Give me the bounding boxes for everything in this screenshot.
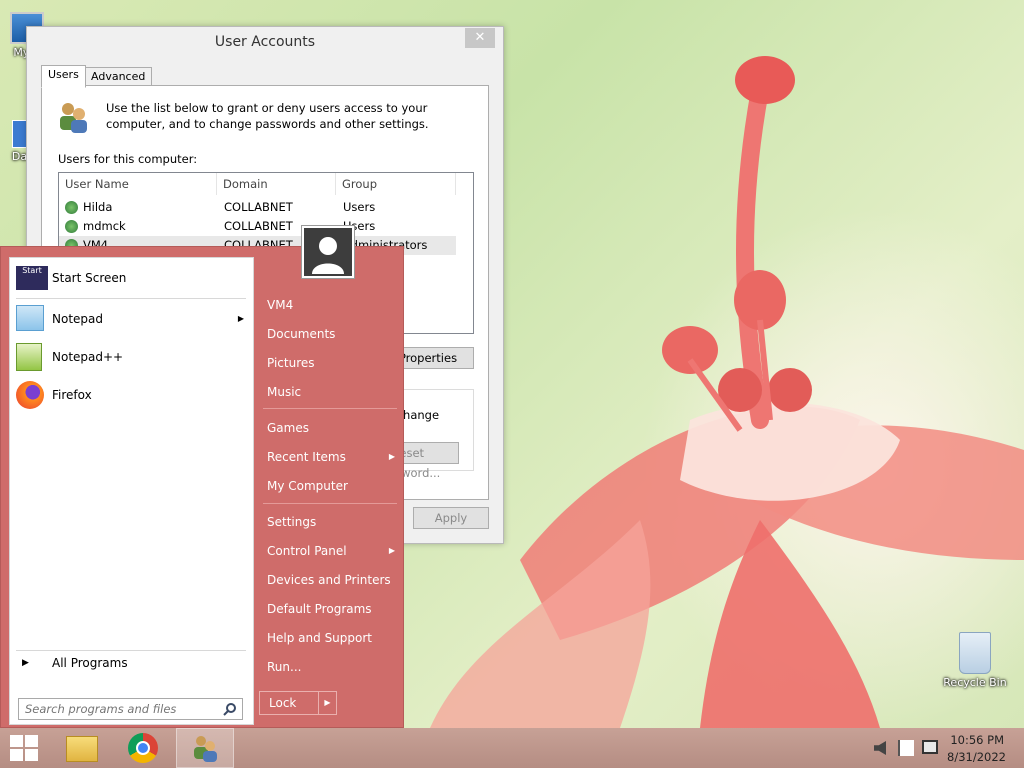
user-icon	[65, 220, 78, 233]
start-menu-programs-panel: Start Start Screen Notepad ▶ Notepad++ F…	[9, 257, 254, 725]
chrome-icon	[128, 733, 158, 763]
start-item-help-and-support[interactable]: Help and Support	[259, 625, 399, 651]
start-screen-icon: Start	[16, 266, 48, 290]
all-programs-button[interactable]: ▶ All Programs	[16, 645, 248, 681]
start-item-music[interactable]: Music	[259, 379, 399, 405]
cell-group: Users	[343, 200, 376, 214]
program-label: Notepad	[52, 312, 103, 326]
start-item-recent-items[interactable]: Recent Items ▶	[259, 444, 399, 470]
cell-domain: COLLABNET	[224, 200, 293, 214]
start-item-label: Control Panel	[267, 544, 347, 558]
clock-date[interactable]: 8/31/2022	[947, 750, 1006, 764]
taskbar: 10:56 PM 8/31/2022	[0, 728, 1024, 768]
submenu-arrow-icon: ▶	[388, 452, 395, 461]
play-arrow-icon: ▶	[22, 658, 29, 668]
start-item-documents[interactable]: Documents	[259, 321, 399, 347]
action-center-flag-icon[interactable]	[898, 740, 914, 756]
volume-muted-icon[interactable]	[874, 741, 886, 755]
table-row[interactable]: Hilda COLLABNET Users	[59, 198, 473, 217]
window-title: User Accounts	[214, 34, 316, 50]
program-label: All Programs	[52, 656, 128, 670]
start-item-settings[interactable]: Settings	[259, 509, 399, 535]
column-header-domain[interactable]: Domain	[217, 173, 336, 195]
taskbar-user-accounts[interactable]	[176, 728, 234, 768]
table-row[interactable]: mdmck COLLABNET Users	[59, 217, 473, 236]
users-icon	[60, 103, 87, 133]
start-item-run[interactable]: Run...	[259, 654, 399, 680]
program-label: Notepad++	[52, 350, 124, 364]
tab-advanced[interactable]: Advanced	[84, 67, 153, 87]
description-text: Use the list below to grant or deny user…	[106, 101, 429, 131]
divider	[263, 503, 397, 504]
cell-user-name: mdmck	[83, 219, 126, 233]
desktop-icon-label: Recycle Bin	[943, 676, 1007, 689]
program-label: Firefox	[52, 388, 92, 402]
clock-time[interactable]: 10:56 PM	[950, 733, 1004, 747]
windows-logo-icon	[10, 735, 38, 761]
program-notepad[interactable]: Notepad ▶	[16, 301, 248, 337]
recycle-bin-icon	[959, 632, 991, 674]
start-item-label: Recent Items	[267, 450, 346, 464]
column-header-user-name[interactable]: User Name	[59, 173, 217, 195]
program-label: Start Screen	[52, 271, 127, 285]
search-box[interactable]	[18, 698, 243, 720]
tab-users[interactable]: Users	[41, 65, 86, 88]
notepad-icon	[16, 305, 44, 331]
users-list-label: Users for this computer:	[58, 152, 198, 166]
start-item-default-programs[interactable]: Default Programs	[259, 596, 399, 622]
taskbar-file-explorer[interactable]	[54, 728, 108, 768]
start-button[interactable]	[0, 728, 54, 768]
desktop-icon-recycle-bin[interactable]: Recycle Bin	[940, 632, 1010, 689]
cell-domain: COLLABNET	[224, 219, 293, 233]
start-item-pictures[interactable]: Pictures	[259, 350, 399, 376]
start-item-control-panel[interactable]: Control Panel ▶	[259, 538, 399, 564]
start-item-games[interactable]: Games	[259, 415, 399, 441]
program-start-screen[interactable]: Start Start Screen	[16, 260, 248, 296]
search-icon[interactable]	[223, 702, 237, 716]
divider	[16, 298, 246, 299]
user-silhouette-icon	[304, 228, 352, 276]
search-input[interactable]	[19, 699, 220, 719]
firefox-icon	[16, 381, 44, 409]
start-item-user[interactable]: VM4	[259, 292, 399, 318]
taskbar-chrome[interactable]	[116, 728, 170, 768]
user-avatar[interactable]	[301, 225, 355, 279]
cell-user-name: Hilda	[83, 200, 113, 214]
start-menu: Start Start Screen Notepad ▶ Notepad++ F…	[0, 225, 404, 728]
column-header-group[interactable]: Group	[336, 173, 456, 195]
program-notepad-plus-plus[interactable]: Notepad++	[16, 339, 248, 375]
notepad-plus-plus-icon	[16, 343, 42, 371]
submenu-arrow-icon: ▶	[388, 546, 395, 555]
submenu-arrow-icon: ▶	[237, 314, 244, 323]
user-icon	[65, 201, 78, 214]
apply-button[interactable]: Apply	[413, 507, 489, 529]
users-icon	[194, 736, 217, 762]
program-firefox[interactable]: Firefox	[16, 377, 248, 413]
power-options-arrow-button[interactable]: ▶	[318, 691, 337, 715]
start-item-my-computer[interactable]: My Computer	[259, 473, 399, 499]
folder-icon	[66, 736, 98, 762]
close-button[interactable]: ✕	[465, 28, 495, 48]
divider	[263, 408, 397, 409]
start-item-devices-and-printers[interactable]: Devices and Printers	[259, 567, 399, 593]
network-icon[interactable]	[922, 740, 938, 754]
lock-button[interactable]: Lock	[259, 691, 319, 715]
